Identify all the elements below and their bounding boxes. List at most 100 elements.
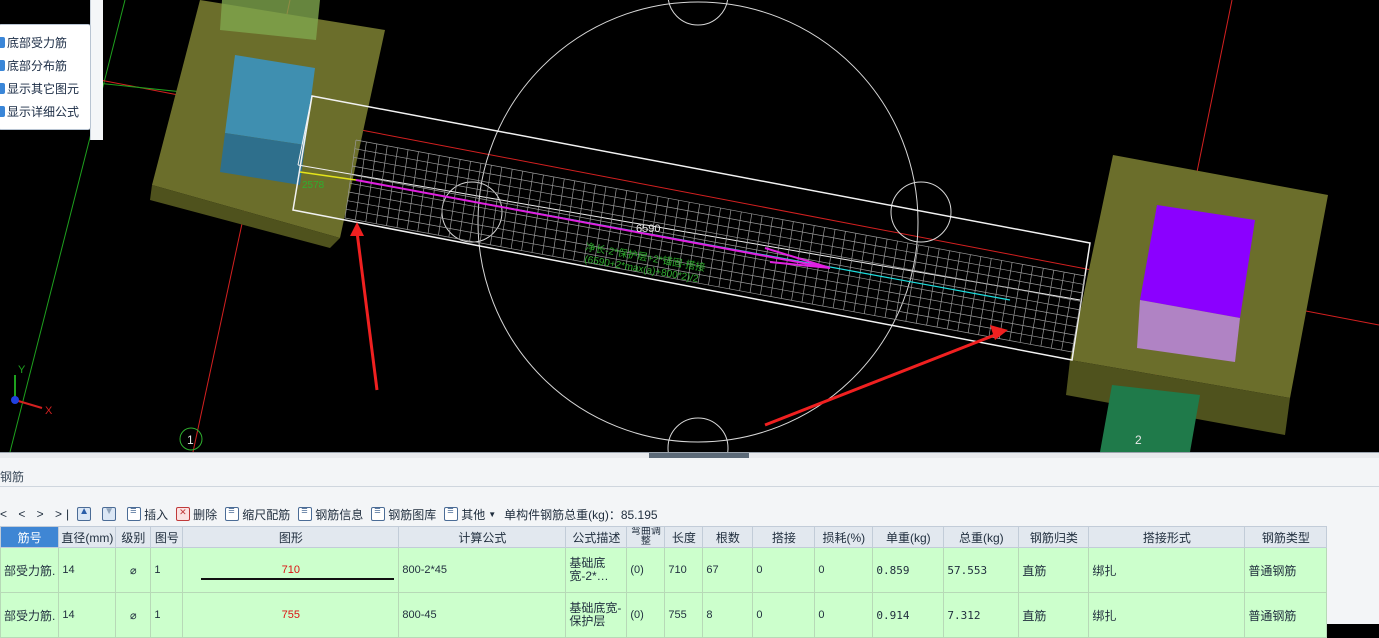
cell-name[interactable]: 部受力筋. (0, 547, 60, 593)
col-header[interactable]: 计算公式 (398, 526, 567, 548)
option-show-other[interactable]: 显示其它图元 (0, 78, 79, 98)
rebar-library-button[interactable]: 钢筋图库 (371, 505, 436, 523)
cell-lap-form[interactable]: 绑扎 (1088, 547, 1246, 593)
cell-figure[interactable]: 1 (150, 592, 184, 638)
small-dimension-label: 2578 (302, 180, 325, 191)
cell-unit-weight[interactable]: 0.859 (872, 547, 945, 593)
cell-type[interactable]: 普通钢筋 (1244, 592, 1328, 638)
display-options-panel: 底部受力筋 底部分布筋 显示其它图元 显示详细公式 (0, 24, 91, 130)
rebar-cross-line (1061, 273, 1075, 351)
cell-grade[interactable]: ⌀ (115, 547, 152, 593)
cell-count[interactable]: 67 (702, 547, 754, 593)
grid-label-1: 1 (187, 433, 194, 447)
3d-viewport[interactable]: 6590 2578 净长-2*保护层+2*锚固-搭接 (6590+2*max(a… (0, 0, 1379, 452)
cell-loss[interactable]: 0 (814, 592, 874, 638)
cell-type[interactable]: 普通钢筋 (1244, 547, 1328, 593)
rebar-long-line (355, 139, 1086, 277)
cell-category[interactable]: 直筋 (1018, 547, 1090, 593)
delete-icon (176, 507, 191, 521)
cell-formula[interactable]: 800-45 (398, 592, 567, 638)
col-header[interactable]: 弯曲调整 (626, 526, 666, 548)
cell-lap[interactable]: 0 (752, 547, 816, 593)
cell-unit-weight[interactable]: 0.914 (872, 592, 945, 638)
col-header[interactable]: 公式描述 (565, 526, 628, 548)
rebar-panel: 钢筋 < < > >| 插入 删除 缩尺配筋 钢筋信息 钢筋图库 其他▼ 单构件… (0, 458, 1379, 638)
cell-diameter[interactable]: 14 (58, 592, 117, 638)
table-row[interactable]: 部受力筋. 14 ⌀ 1 755 800-45 基础底宽-保护层 (0) 755… (0, 592, 1328, 638)
col-header[interactable]: 搭接形式 (1088, 526, 1246, 548)
table-header: 筋号 直径(mm) 级别 图号 图形 计算公式 公式描述 弯曲调整 长度 根数 … (0, 526, 1328, 548)
option-show-formula[interactable]: 显示详细公式 (0, 101, 79, 121)
cell-figure[interactable]: 1 (150, 547, 184, 593)
cell-bend[interactable]: (0) (626, 592, 666, 638)
other-icon (444, 505, 459, 521)
checkbox-icon[interactable] (0, 36, 5, 48)
insert-icon (127, 505, 142, 521)
cell-bend[interactable]: (0) (626, 547, 666, 593)
option-bottom-dist-rebar[interactable]: 底部分布筋 (0, 55, 67, 75)
cell-category[interactable]: 直筋 (1018, 592, 1090, 638)
col-header[interactable]: 钢筋归类 (1018, 526, 1090, 548)
cell-description[interactable]: 基础底宽-2*… (565, 547, 628, 593)
cell-grade[interactable]: ⌀ (115, 592, 152, 638)
cell-total-weight[interactable]: 7.312 (943, 592, 1020, 638)
cell-length[interactable]: 710 (664, 547, 704, 593)
axis-x-icon (14, 399, 43, 409)
rebar-long-line (354, 148, 1084, 285)
red-arrow-right (764, 331, 1001, 427)
col-header[interactable]: 钢筋类型 (1244, 526, 1328, 548)
rebar-cross-line (1019, 266, 1034, 343)
record-navigation[interactable]: < < > >| (0, 507, 73, 521)
rebar-cross-line (1050, 272, 1065, 349)
rebar-info-button[interactable]: 钢筋信息 (298, 505, 363, 523)
axis-x-label: X (45, 405, 53, 417)
rebar-long-line (347, 200, 1075, 336)
cell-description[interactable]: 基础底宽-保护层 (565, 592, 628, 638)
option-bottom-main-rebar[interactable]: 底部受力筋 (0, 32, 67, 52)
col-header[interactable]: 搭接 (752, 526, 816, 548)
rebar-toolbar: < < > >| 插入 删除 缩尺配筋 钢筋信息 钢筋图库 其他▼ 单构件钢筋总… (0, 502, 1379, 526)
info-doc-icon (298, 505, 313, 521)
move-down-button[interactable] (102, 506, 119, 521)
3d-scene[interactable]: 6590 2578 净长-2*保护层+2*锚固-搭接 (6590+2*max(a… (0, 0, 1379, 452)
cell-shape[interactable]: 710 (182, 547, 400, 593)
small-circle-right (890, 181, 952, 243)
cell-loss[interactable]: 0 (814, 547, 874, 593)
move-up-button[interactable] (77, 506, 94, 521)
col-header[interactable]: 级别 (115, 526, 152, 548)
col-header[interactable]: 总重(kg) (943, 526, 1020, 548)
cell-diameter[interactable]: 14 (58, 547, 117, 593)
rebar-long-line (352, 165, 1081, 302)
cell-shape[interactable]: 755 (182, 592, 400, 638)
small-circle-top (667, 0, 729, 26)
col-header[interactable]: 单重(kg) (872, 526, 945, 548)
checkbox-icon[interactable] (0, 82, 5, 94)
rebar-long-line (348, 191, 1077, 328)
cell-lap-form[interactable]: 绑扎 (1088, 592, 1246, 638)
rebar-shape-line (201, 578, 395, 580)
cell-formula[interactable]: 800-2*45 (398, 547, 567, 593)
cell-name[interactable]: 部受力筋. (0, 592, 60, 638)
col-header[interactable]: 图号 (150, 526, 184, 548)
table-row[interactable]: 部受力筋. 14 ⌀ 1 710 800-2*45 基础底宽-2*… (0) 7… (0, 547, 1328, 593)
col-header[interactable]: 图形 (182, 526, 400, 548)
axis-y-label: Y (18, 364, 26, 376)
insert-button[interactable]: 插入 (127, 505, 168, 523)
cell-total-weight[interactable]: 57.553 (943, 547, 1020, 593)
checkbox-icon[interactable] (0, 105, 5, 117)
checkbox-icon[interactable] (0, 59, 5, 71)
col-header[interactable]: 长度 (664, 526, 704, 548)
cell-length[interactable]: 755 (664, 592, 704, 638)
rebar-cross-line (1040, 270, 1055, 347)
delete-button[interactable]: 删除 (176, 506, 217, 523)
cell-lap[interactable]: 0 (752, 592, 816, 638)
col-header[interactable]: 直径(mm) (58, 526, 117, 548)
col-header[interactable]: 筋号 (0, 526, 60, 548)
rebar-cross-line (998, 262, 1013, 339)
chevron-down-icon: ▼ (488, 509, 497, 519)
cell-count[interactable]: 8 (702, 592, 754, 638)
col-header[interactable]: 损耗(%) (814, 526, 874, 548)
col-header[interactable]: 根数 (702, 526, 754, 548)
scale-rebar-button[interactable]: 缩尺配筋 (225, 505, 290, 523)
other-dropdown[interactable]: 其他▼ (444, 505, 497, 523)
